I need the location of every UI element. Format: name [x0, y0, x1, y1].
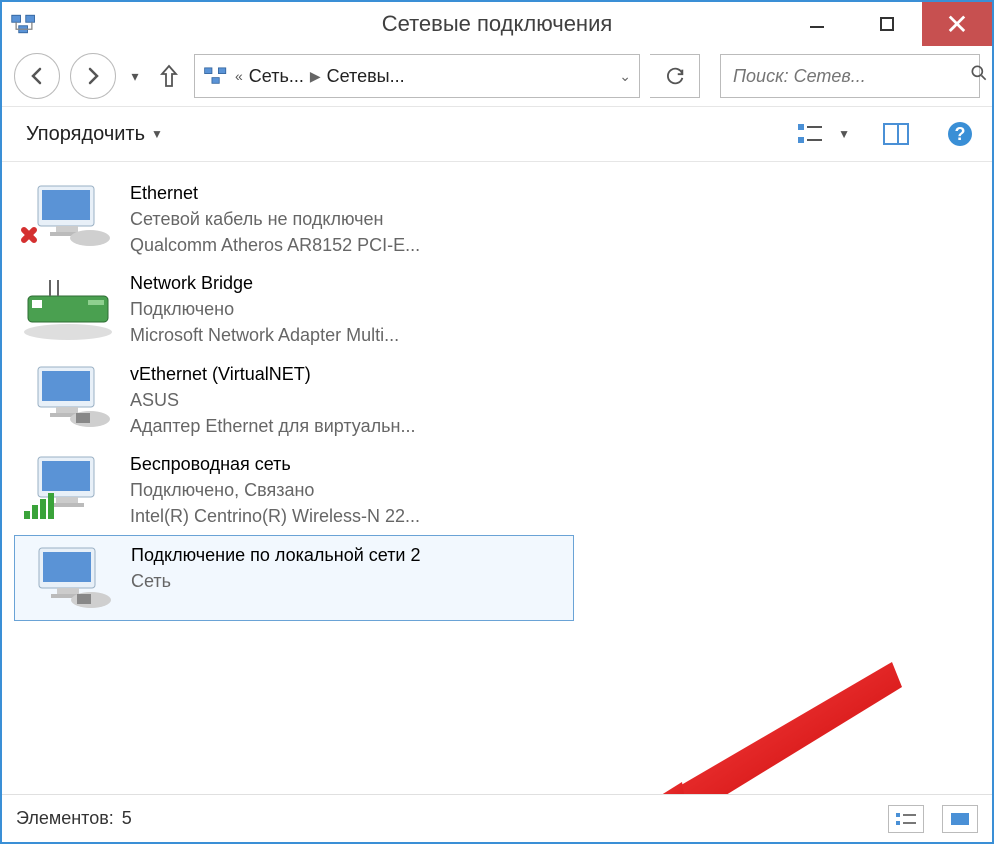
close-button[interactable]: ✕: [922, 2, 992, 46]
breadcrumb-2[interactable]: Сетевы...: [327, 66, 405, 87]
search-input[interactable]: [731, 65, 969, 88]
help-button[interactable]: ?: [942, 116, 978, 152]
details-view-button[interactable]: [888, 805, 924, 833]
preview-pane-button[interactable]: [878, 116, 914, 152]
connection-item[interactable]: Беспроводная сеть Подключено, Связано In…: [14, 445, 574, 533]
connection-item[interactable]: Network Bridge Подключено Microsoft Netw…: [14, 264, 574, 352]
icons-view-button[interactable]: [942, 805, 978, 833]
connection-item[interactable]: vEthernet (VirtualNET) ASUS Адаптер Ethe…: [14, 355, 574, 443]
app-icon: [10, 10, 38, 38]
connection-device: Microsoft Network Adapter Multi...: [130, 322, 399, 348]
connection-device: Сеть: [131, 568, 421, 594]
titlebar: Сетевые подключения ✕: [2, 2, 992, 46]
view-options-button[interactable]: ▼: [792, 116, 850, 152]
connection-name: vEthernet (VirtualNET): [130, 361, 415, 387]
toolbar: Упорядочить ▼ ▼ ?: [2, 106, 992, 162]
connection-status: Подключено, Связано: [130, 477, 420, 503]
search-box[interactable]: [720, 54, 980, 98]
connection-item[interactable]: Ethernet Сетевой кабель не подключен Qua…: [14, 174, 574, 262]
ethernet-icon: [20, 359, 116, 435]
status-label: Элементов:: [16, 808, 114, 829]
svg-text:?: ?: [955, 124, 966, 144]
refresh-button[interactable]: [650, 54, 700, 98]
chevron-down-icon: ▼: [151, 127, 163, 141]
status-bar: Элементов: 5: [2, 794, 992, 842]
connections-list: Ethernet Сетевой кабель не подключен Qua…: [2, 162, 992, 794]
history-dropdown[interactable]: ▾: [126, 68, 144, 85]
search-icon: [969, 63, 989, 89]
lan-icon: [21, 540, 117, 616]
red-arrow-annotation: [592, 652, 912, 794]
chevron-down-icon[interactable]: ⌄: [619, 68, 631, 85]
connection-name: Network Bridge: [130, 270, 399, 296]
bridge-icon: [20, 268, 116, 344]
back-button[interactable]: [14, 53, 60, 99]
nav-row: ▾ « Сеть... ▶ Сетевы... ⌄: [2, 46, 992, 106]
organize-label: Упорядочить: [26, 123, 145, 146]
connection-name: Беспроводная сеть: [130, 451, 420, 477]
chevron-right-icon: ▶: [310, 68, 321, 85]
maximize-button[interactable]: [852, 2, 922, 46]
breadcrumb-1[interactable]: Сеть...: [249, 66, 304, 87]
connection-disconnected-icon: [20, 178, 116, 254]
connection-status: Сетевой кабель не подключен: [130, 206, 420, 232]
network-icon: [203, 63, 229, 89]
connection-device: Intel(R) Centrino(R) Wireless-N 22...: [130, 503, 420, 529]
breadcrumb-prefix: «: [235, 68, 243, 84]
view-list-icon: [792, 116, 828, 152]
wireless-icon: [20, 449, 116, 525]
network-connections-window: Сетевые подключения ✕ ▾: [0, 0, 994, 844]
connection-device: Qualcomm Atheros AR8152 PCI-E...: [130, 232, 420, 258]
connection-device: Адаптер Ethernet для виртуальн...: [130, 413, 415, 439]
connection-name: Подключение по локальной сети 2: [131, 542, 421, 568]
chevron-down-icon: ▼: [838, 127, 850, 141]
window-controls: ✕: [782, 2, 992, 46]
connection-item-selected[interactable]: Подключение по локальной сети 2 Сеть: [14, 535, 574, 621]
up-button[interactable]: [154, 56, 184, 96]
forward-button[interactable]: [70, 53, 116, 99]
organize-button[interactable]: Упорядочить ▼: [16, 117, 173, 152]
connection-status: ASUS: [130, 387, 415, 413]
connection-name: Ethernet: [130, 180, 420, 206]
minimize-button[interactable]: [782, 2, 852, 46]
connection-status: Подключено: [130, 296, 399, 322]
status-count: 5: [122, 808, 132, 829]
breadcrumb-bar[interactable]: « Сеть... ▶ Сетевы... ⌄: [194, 54, 640, 98]
